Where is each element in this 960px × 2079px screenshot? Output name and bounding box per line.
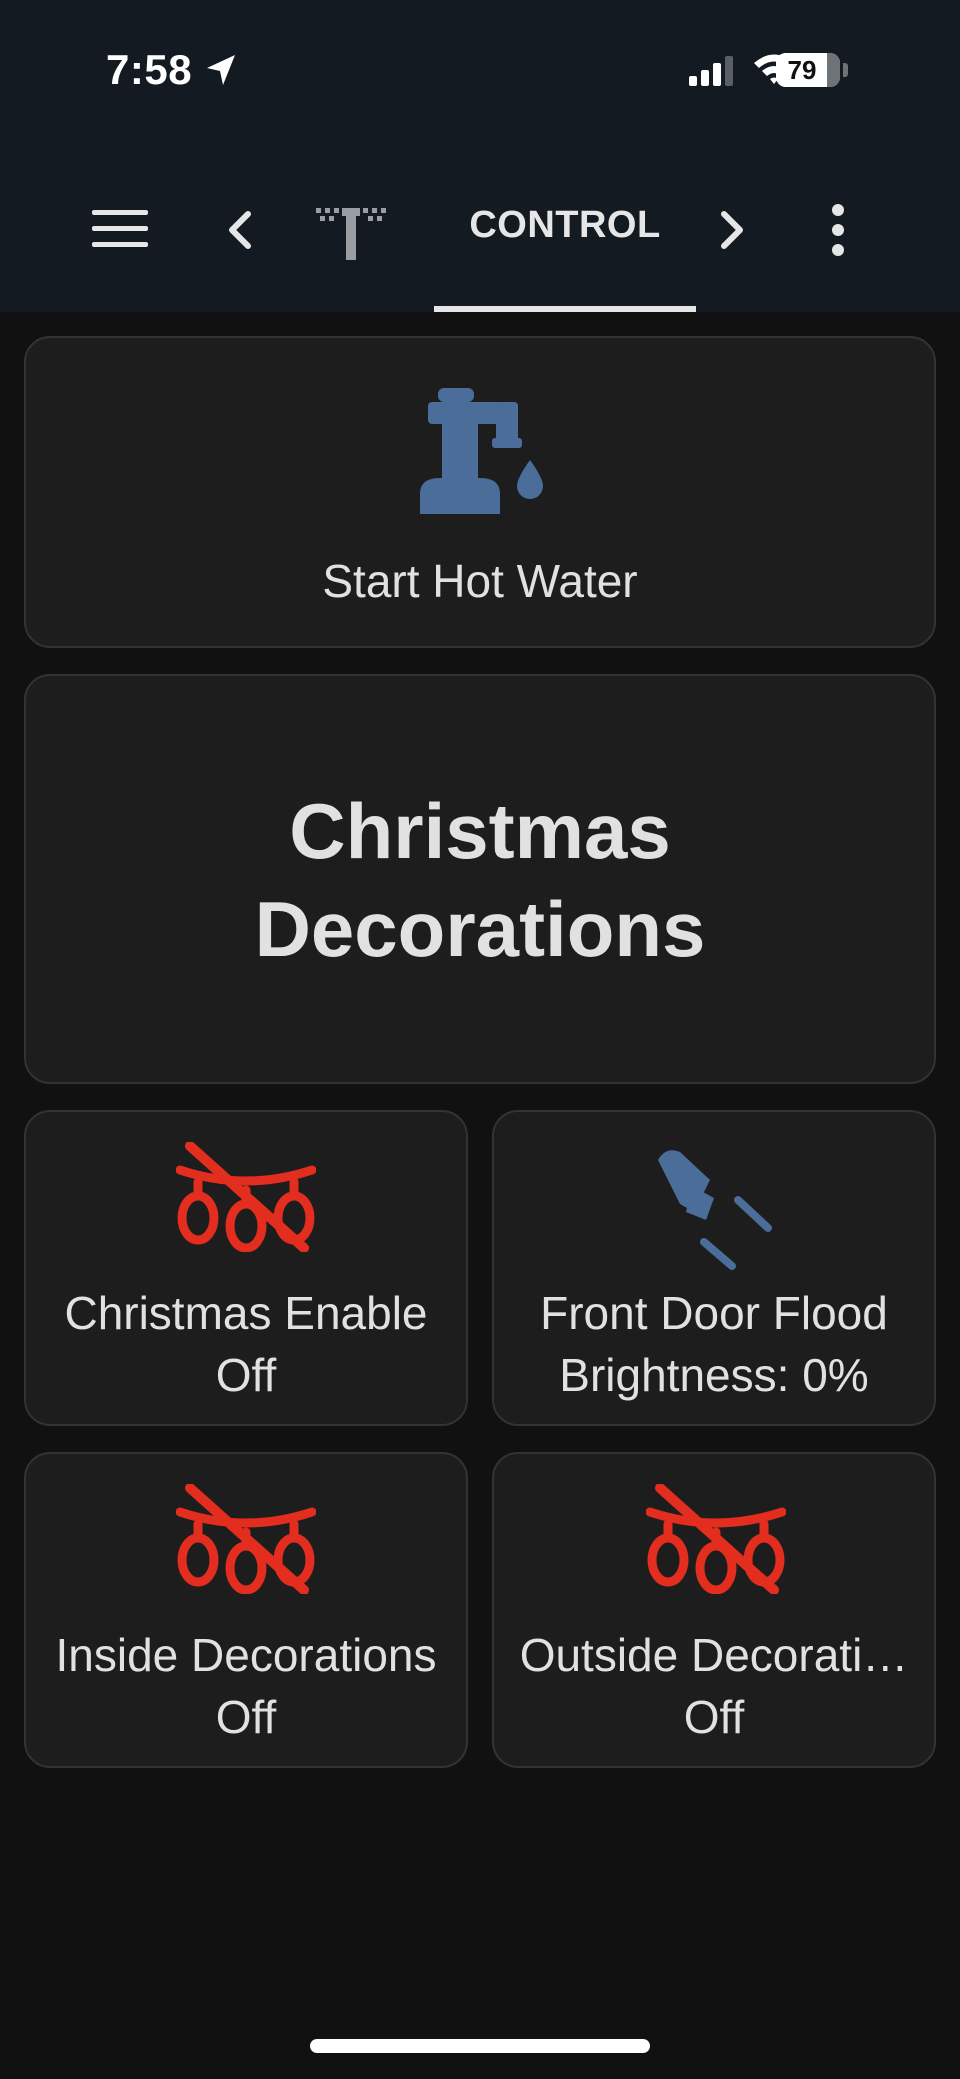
section-heading: Christmas Decorations: [254, 787, 706, 973]
water-pump-icon: [420, 388, 543, 514]
string-lights-off-icon: [176, 1484, 316, 1594]
christmas-enable-toggle[interactable]: Christmas Enable Off: [24, 1110, 468, 1426]
battery-icon: 79: [776, 53, 840, 87]
tab-control[interactable]: CONTROL: [434, 204, 696, 247]
status-time: 7:58: [106, 46, 193, 93]
inside-decorations-toggle[interactable]: Inside Decorations Off: [24, 1452, 468, 1768]
front-door-flood-light-button[interactable]: Front Door Flood Brightness: 0%: [492, 1110, 936, 1426]
outside-decorations-state: Off: [683, 1691, 745, 1743]
string-lights-off-icon: [176, 1142, 316, 1252]
front-door-flood-state: Brightness: 0%: [559, 1349, 869, 1401]
inside-decorations-label: Inside Decorations Off: [26, 1624, 466, 1748]
outside-decorations-toggle[interactable]: Outside Decorati… Off: [492, 1452, 936, 1768]
hamburger-menu-icon[interactable]: [92, 208, 148, 250]
string-lights-off-icon: [646, 1484, 786, 1594]
location-arrow-icon: [207, 55, 235, 85]
spotlight-beam-icon: [658, 1150, 772, 1270]
sprinkler-icon[interactable]: [316, 206, 386, 260]
more-vertical-icon[interactable]: [828, 204, 848, 256]
front-door-flood-label: Front Door Flood Brightness: 0%: [494, 1282, 934, 1406]
outside-decorations-label: Outside Decorati… Off: [494, 1624, 934, 1748]
status-bar: 7:58 79: [0, 0, 960, 160]
hot-water-label: Start Hot Water: [322, 555, 638, 607]
battery-percentage: 79: [787, 55, 817, 85]
active-tab-indicator: [434, 306, 696, 312]
chevron-left-icon[interactable]: [226, 210, 254, 250]
chevron-right-icon[interactable]: [718, 210, 746, 250]
app-toolbar: CONTROL: [0, 160, 960, 312]
christmas-enable-label: Christmas Enable Off: [26, 1282, 466, 1406]
christmas-decorations-heading-card: Christmas Decorations: [24, 674, 936, 1084]
start-hot-water-button[interactable]: Start Hot Water: [24, 336, 936, 648]
christmas-enable-state: Off: [215, 1349, 277, 1401]
cellular-signal-icon: [689, 56, 733, 86]
inside-decorations-state: Off: [215, 1691, 277, 1743]
home-indicator[interactable]: [310, 2039, 650, 2053]
